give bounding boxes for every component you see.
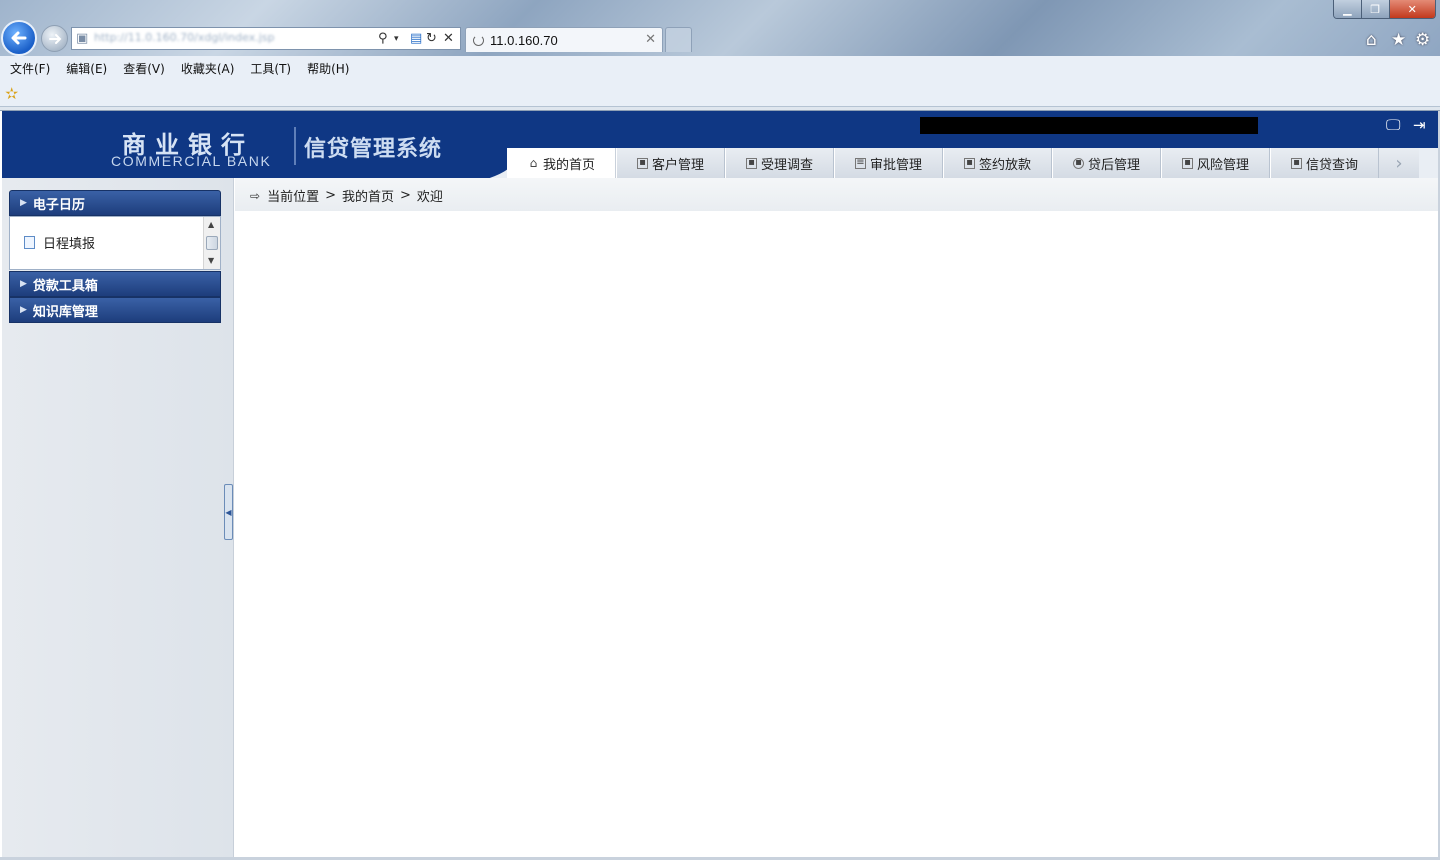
sidebar-scrollbar[interactable]: ▲ ▼ [203, 217, 220, 269]
menu-help[interactable]: 帮助(H) [307, 60, 349, 77]
expand-arrow-icon: ▶ [20, 305, 27, 315]
section-title: 电子日历 [32, 197, 85, 213]
breadcrumb-home[interactable]: 我的首页 [342, 186, 394, 205]
breadcrumb-separator: > [325, 188, 336, 203]
user-info-redacted [920, 117, 1258, 134]
address-bar[interactable]: ▣ http://11.0.160.70/xdgl/index.jsp ⚲ ▾ … [71, 27, 461, 50]
logout-icon[interactable]: ⇥ [1413, 116, 1426, 134]
scroll-up-icon[interactable]: ▲ [208, 220, 214, 229]
tab-label: 信贷查询 [1305, 157, 1358, 173]
menu-view[interactable]: 查看(V) [123, 60, 165, 77]
tab-credit-query[interactable]: ▪ 信贷查询 [1270, 148, 1379, 178]
tab-home[interactable]: ⌂ 我的首页 [507, 148, 616, 178]
close-window-button[interactable]: ✕ [1389, 0, 1435, 18]
address-url[interactable]: http://11.0.160.70/xdgl/index.jsp [94, 31, 362, 46]
tab-application-survey[interactable]: ▪ 受理调查 [725, 148, 834, 178]
arrow-right-icon [48, 33, 61, 44]
stop-icon[interactable]: ✕ [443, 31, 454, 47]
home-icon: ⌂ [529, 156, 538, 170]
arrow-left-icon [11, 31, 27, 45]
sidebar-section-knowledge-base[interactable]: ▶ 知识库管理 [9, 297, 221, 323]
tab-label: 签约放款 [978, 157, 1031, 173]
chevron-right-icon: › [1395, 152, 1403, 174]
window-controls: ▁ ❐ ✕ [1333, 0, 1436, 19]
tab-label: 审批管理 [869, 157, 922, 173]
risk-icon: ▪ [1181, 157, 1193, 169]
forward-button[interactable] [41, 25, 68, 52]
tab-label: 风险管理 [1196, 157, 1249, 173]
expand-arrow-icon: ▶ [20, 198, 27, 208]
refresh-icon[interactable]: ↻ [426, 31, 437, 47]
tab-label: 受理调查 [760, 157, 813, 173]
scroll-down-icon[interactable]: ▼ [208, 256, 214, 265]
sidebar-collapse-handle[interactable]: ◀ [224, 484, 233, 540]
menu-tools[interactable]: 工具(T) [250, 60, 291, 77]
post-loan-icon: ▪ [1072, 157, 1084, 169]
browser-tab[interactable]: 11.0.160.70 ✕ [465, 27, 663, 52]
menu-file[interactable]: 文件(F) [10, 60, 50, 77]
tab-customer-management[interactable]: ▪ 客户管理 [616, 148, 725, 178]
tab-approval-management[interactable]: ≡ 审批管理 [834, 148, 943, 178]
nav-scroll-right-button[interactable]: › [1379, 148, 1419, 178]
favorites-bar: ✫ [0, 81, 1440, 107]
location-icon: ⇨ [250, 188, 261, 203]
tab-post-loan-management[interactable]: ▪ 贷后管理 [1052, 148, 1161, 178]
menu-bar: 文件(F) 编辑(E) 查看(V) 收藏夹(A) 工具(T) 帮助(H) [0, 56, 1440, 81]
list-icon: ≡ [854, 157, 866, 169]
sidebar-item-schedule[interactable]: 日程填报 [24, 233, 95, 252]
sidebar-item-label: 日程填报 [43, 237, 96, 252]
breadcrumb: ⇨ 当前位置 > 我的首页 > 欢迎 [250, 186, 443, 205]
contract-icon: ▪ [963, 157, 975, 169]
dropdown-arrow-icon[interactable]: ▾ [394, 31, 399, 47]
menu-favorites[interactable]: 收藏夹(A) [181, 60, 235, 77]
system-title: 信贷管理系统 [304, 137, 443, 162]
expand-arrow-icon: ▶ [20, 279, 27, 289]
section-title: 贷款工具箱 [32, 278, 98, 294]
query-icon: ▪ [1290, 157, 1302, 169]
header-divider [294, 127, 296, 165]
loading-icon [473, 35, 484, 46]
compatibility-icon[interactable]: ▤ [410, 31, 422, 47]
tab-label: 客户管理 [651, 157, 704, 173]
tab-title: 11.0.160.70 [490, 33, 558, 48]
sidebar-section-calendar-body: 日程填报 ▲ ▼ [9, 216, 221, 270]
survey-icon: ▪ [745, 157, 757, 169]
sidebar-section-calendar[interactable]: ▶ 电子日历 [9, 190, 221, 216]
breadcrumb-label: 当前位置 [267, 190, 320, 205]
main-content [235, 211, 1438, 858]
bank-name-english: COMMERCIAL BANK [111, 153, 272, 169]
close-tab-icon[interactable]: ✕ [645, 32, 656, 47]
breadcrumb-separator: > [400, 188, 411, 203]
page-icon: ▣ [76, 31, 89, 46]
minimize-button[interactable]: ▁ [1334, 0, 1362, 18]
sidebar-section-loan-toolbox[interactable]: ▶ 贷款工具箱 [9, 271, 221, 297]
home-icon[interactable]: ⌂ [1366, 30, 1377, 50]
tab-label: 贷后管理 [1087, 157, 1140, 173]
section-title: 知识库管理 [32, 304, 98, 320]
back-button[interactable] [1, 20, 37, 56]
scroll-thumb[interactable] [206, 236, 218, 250]
breadcrumb-bar: ⇨ 当前位置 > 我的首页 > 欢迎 [235, 178, 1438, 211]
tab-risk-management[interactable]: ▪ 风险管理 [1161, 148, 1270, 178]
document-icon [24, 236, 35, 249]
breadcrumb-current: 欢迎 [416, 190, 443, 205]
customer-icon: ▪ [636, 157, 648, 169]
restore-button[interactable]: ❐ [1361, 0, 1390, 18]
collapse-left-icon: ◀ [225, 507, 232, 517]
desktop-icon[interactable]: 🖵 [1386, 116, 1400, 134]
add-favorite-icon[interactable]: ✫ [5, 84, 18, 103]
settings-gear-icon[interactable]: ⚙ [1415, 30, 1430, 50]
browser-title-bar: ▣ http://11.0.160.70/xdgl/index.jsp ⚲ ▾ … [0, 0, 1440, 56]
menu-edit[interactable]: 编辑(E) [66, 60, 107, 77]
favorites-star-icon[interactable]: ★ [1391, 30, 1406, 50]
main-nav: ⌂ 我的首页 ▪ 客户管理 ▪ 受理调查 ≡ 审批管理 ▪ 签约放款 ▪ 贷后管… [507, 148, 1437, 178]
new-tab-button[interactable] [665, 27, 692, 52]
search-icon[interactable]: ⚲ [378, 31, 388, 47]
tab-label: 我的首页 [542, 157, 595, 173]
tab-contract-disbursement[interactable]: ▪ 签约放款 [943, 148, 1052, 178]
